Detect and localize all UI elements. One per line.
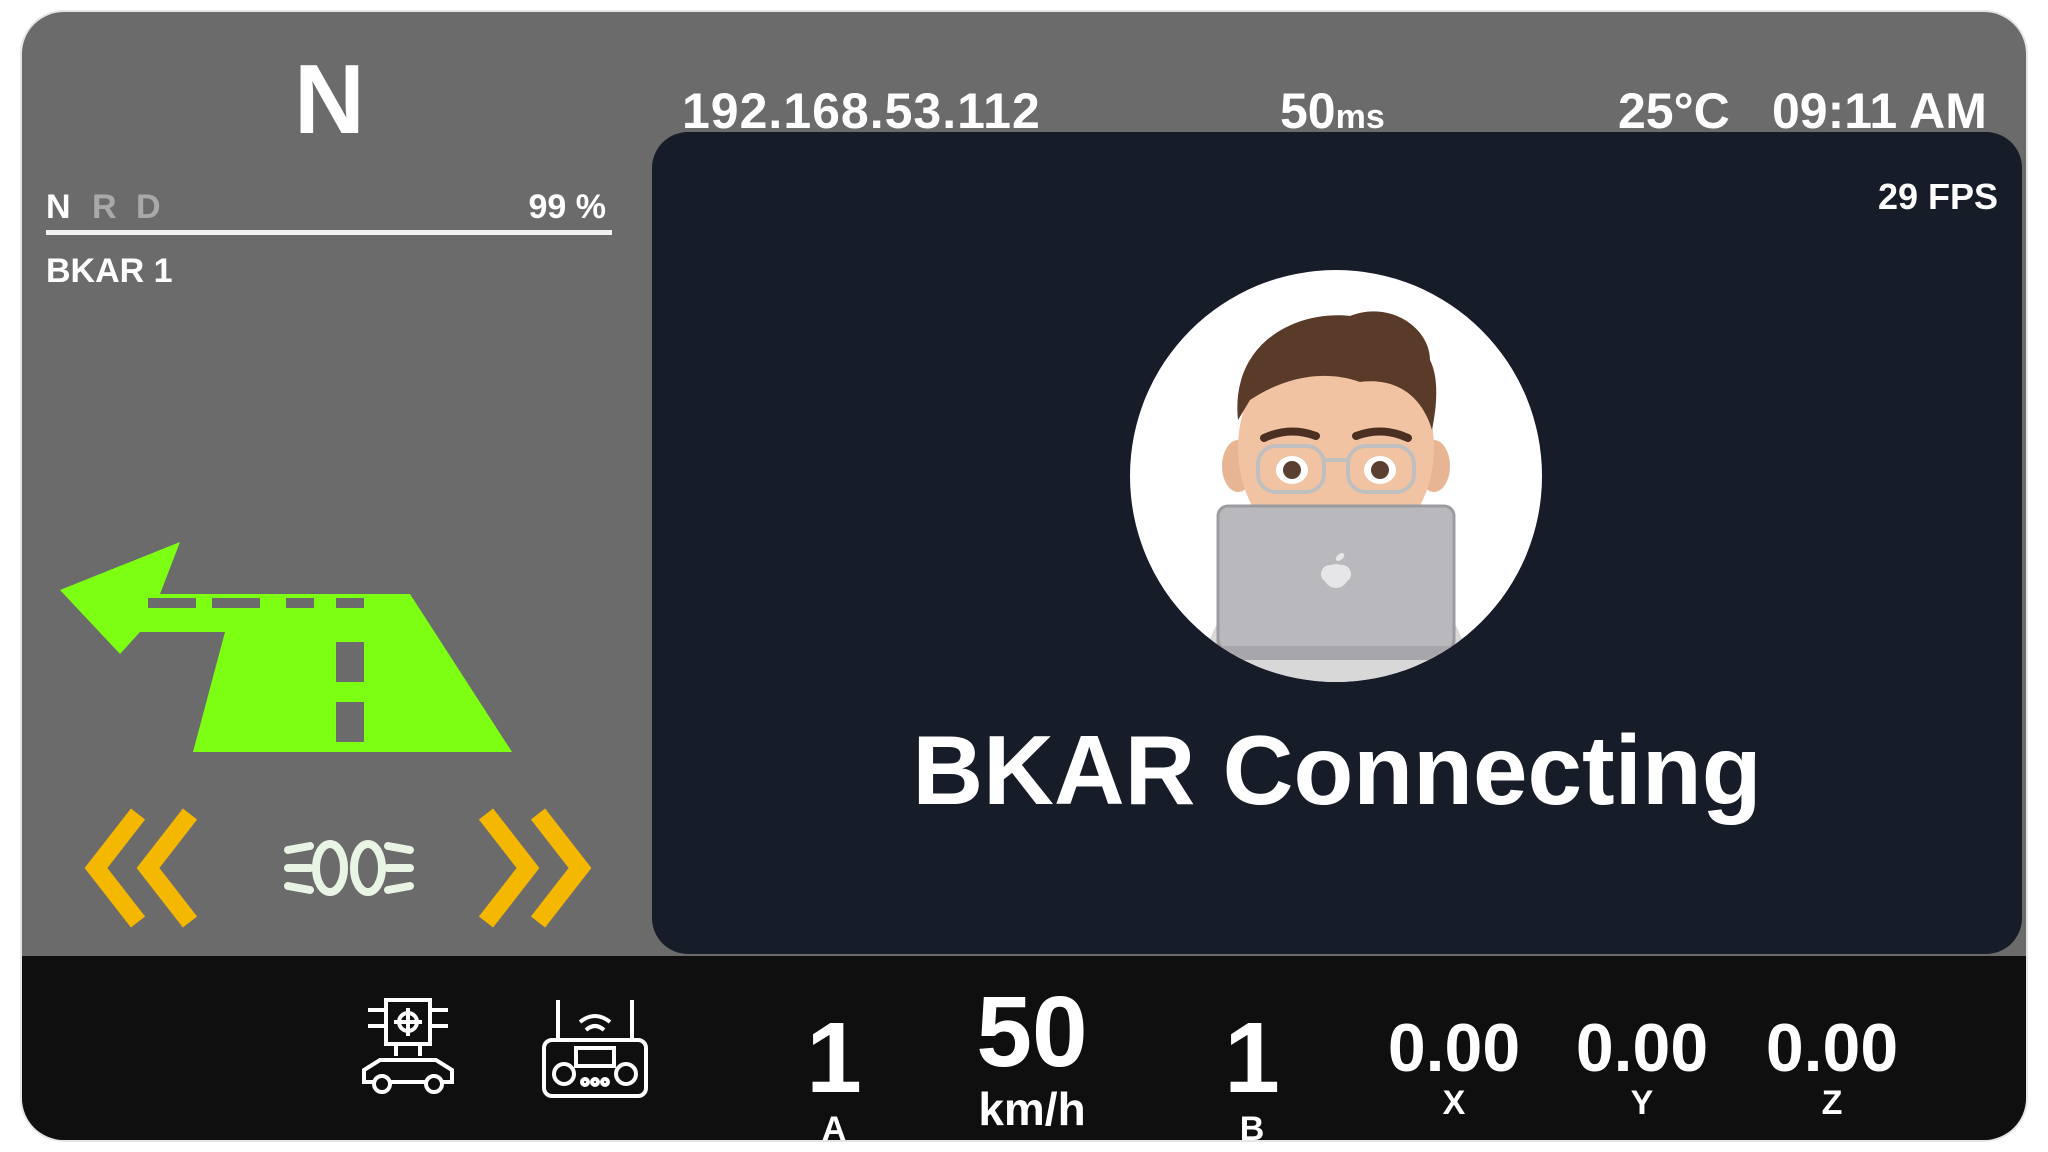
latency-unit: ms xyxy=(1335,98,1385,136)
beam-line xyxy=(384,882,414,894)
beam-line xyxy=(384,842,414,854)
bottom-status-bar: 1 A 50 km/h 1 B 0.00 X 0.00 Y 0.00 Z xyxy=(22,956,2026,1140)
metric-b-value: 1 xyxy=(1224,1002,1280,1114)
metric-a-label: A xyxy=(821,1110,847,1140)
lane-dash xyxy=(212,598,260,608)
car-wheel xyxy=(424,1074,444,1094)
lane-dash xyxy=(286,598,314,608)
lane-dash xyxy=(336,642,364,682)
autonomous-car-icon[interactable] xyxy=(356,996,460,1096)
gear-option-r[interactable]: R xyxy=(92,188,117,227)
axis-x: 0.00 X xyxy=(1374,1014,1534,1120)
gear-divider xyxy=(46,230,612,235)
axis-z: 0.00 Z xyxy=(1752,1014,1912,1120)
axis-z-value: 0.00 xyxy=(1765,1010,1899,1086)
lane-dash xyxy=(336,702,364,742)
left-turn-signal-icon[interactable] xyxy=(84,808,198,928)
gear-selector: N R D 99 % xyxy=(46,188,616,228)
metric-a: 1 A xyxy=(774,1008,894,1140)
remote-controller-icon[interactable] xyxy=(540,996,650,1100)
metric-a-value: 1 xyxy=(806,1002,862,1114)
connection-status: BKAR Connecting xyxy=(912,715,1762,825)
speed-unit: km/h xyxy=(978,1083,1086,1135)
avatar-illustration xyxy=(1200,311,1472,682)
headlight-icon[interactable] xyxy=(284,840,414,896)
wifi-arc xyxy=(584,1024,606,1032)
dashboard-frame: N 192.168.53.112 50ms 25°C 09:11 AM N R … xyxy=(22,12,2026,1140)
gear-option-n[interactable]: N xyxy=(46,188,71,227)
avatar-pupil xyxy=(1371,461,1389,479)
speedometer: 50 km/h xyxy=(942,982,1122,1132)
button xyxy=(600,1077,610,1087)
avatar-laptop-base xyxy=(1202,646,1470,660)
metric-b: 1 B xyxy=(1192,1008,1312,1140)
metric-b-label: B xyxy=(1239,1110,1265,1140)
button xyxy=(580,1077,590,1087)
axis-y: 0.00 Y xyxy=(1562,1014,1722,1120)
left-chevron-inner xyxy=(136,808,198,928)
axis-y-value: 0.00 xyxy=(1575,1010,1709,1086)
axis-z-label: Z xyxy=(1821,1084,1843,1122)
right-turn-signal-icon[interactable] xyxy=(478,808,592,928)
lane-dash xyxy=(336,598,364,608)
latency-value: 50 xyxy=(1280,83,1336,139)
axis-x-value: 0.00 xyxy=(1387,1010,1521,1086)
gear-option-d[interactable]: D xyxy=(136,188,161,227)
right-chevron-inner xyxy=(478,808,540,928)
joystick xyxy=(552,1062,576,1086)
current-gear: N xyxy=(294,44,365,154)
lamp-right xyxy=(350,840,386,896)
signal-controls xyxy=(84,808,592,928)
car-wheel xyxy=(372,1074,392,1094)
wifi-arc xyxy=(578,1014,612,1024)
road-shape xyxy=(60,542,512,752)
right-chevron-outer xyxy=(530,808,592,928)
speed-value: 50 xyxy=(976,976,1088,1088)
lamp-left xyxy=(312,840,348,896)
beam-line xyxy=(284,882,314,894)
left-chevron-outer xyxy=(84,808,146,928)
button xyxy=(590,1077,600,1087)
joystick xyxy=(614,1062,638,1086)
fps-counter: 29 FPS xyxy=(1877,176,1998,217)
beam-line xyxy=(284,842,314,854)
user-avatar-icon xyxy=(1130,270,1542,682)
video-feed-panel[interactable]: 29 FPS BKAR Connecting xyxy=(652,132,2022,954)
vehicle-name: BKAR 1 xyxy=(46,252,173,290)
battery-level: 99 % xyxy=(528,188,607,226)
axis-x-label: X xyxy=(1442,1084,1466,1122)
avatar-pupil xyxy=(1283,461,1301,479)
axis-y-label: Y xyxy=(1630,1084,1654,1122)
controller-screen xyxy=(574,1046,616,1068)
lane-dash xyxy=(148,598,196,608)
turn-left-road-icon xyxy=(60,542,512,752)
